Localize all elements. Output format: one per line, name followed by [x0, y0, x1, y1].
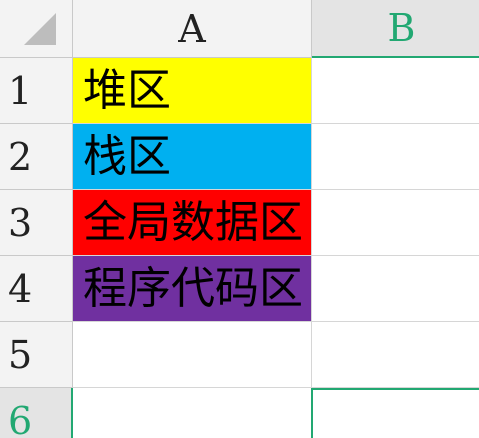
- select-all-triangle-icon: [24, 13, 56, 45]
- column-header-b[interactable]: B: [312, 0, 479, 58]
- row-header-4[interactable]: 4: [0, 256, 73, 322]
- cell-a5[interactable]: [73, 322, 312, 388]
- cell-b4[interactable]: [312, 256, 479, 322]
- cell-a1[interactable]: 堆区: [73, 58, 312, 124]
- cell-b1[interactable]: [312, 58, 479, 124]
- select-all-corner[interactable]: [0, 0, 73, 58]
- cell-a6[interactable]: [73, 388, 312, 438]
- spreadsheet-grid: A B 1 堆区 2 栈区 3 全局数据区 4 程序代码区 5 6: [0, 0, 479, 438]
- cell-a3[interactable]: 全局数据区: [73, 190, 312, 256]
- selected-cell-b6-outline: [311, 388, 479, 438]
- cell-a2[interactable]: 栈区: [73, 124, 312, 190]
- row-header-1[interactable]: 1: [0, 58, 73, 124]
- cell-a4[interactable]: 程序代码区: [73, 256, 312, 322]
- cell-a2-text: 栈区: [83, 130, 171, 182]
- cell-b2[interactable]: [312, 124, 479, 190]
- cell-b3[interactable]: [312, 190, 479, 256]
- row-header-5[interactable]: 5: [0, 322, 73, 388]
- row-header-2[interactable]: 2: [0, 124, 73, 190]
- row-header-6[interactable]: 6: [0, 388, 73, 438]
- cell-a4-text: 程序代码区: [83, 262, 303, 314]
- cell-a1-text: 堆区: [83, 64, 171, 116]
- cell-a3-text: 全局数据区: [83, 196, 303, 248]
- cell-b5[interactable]: [312, 322, 479, 388]
- row-header-3[interactable]: 3: [0, 190, 73, 256]
- column-header-a[interactable]: A: [73, 0, 312, 58]
